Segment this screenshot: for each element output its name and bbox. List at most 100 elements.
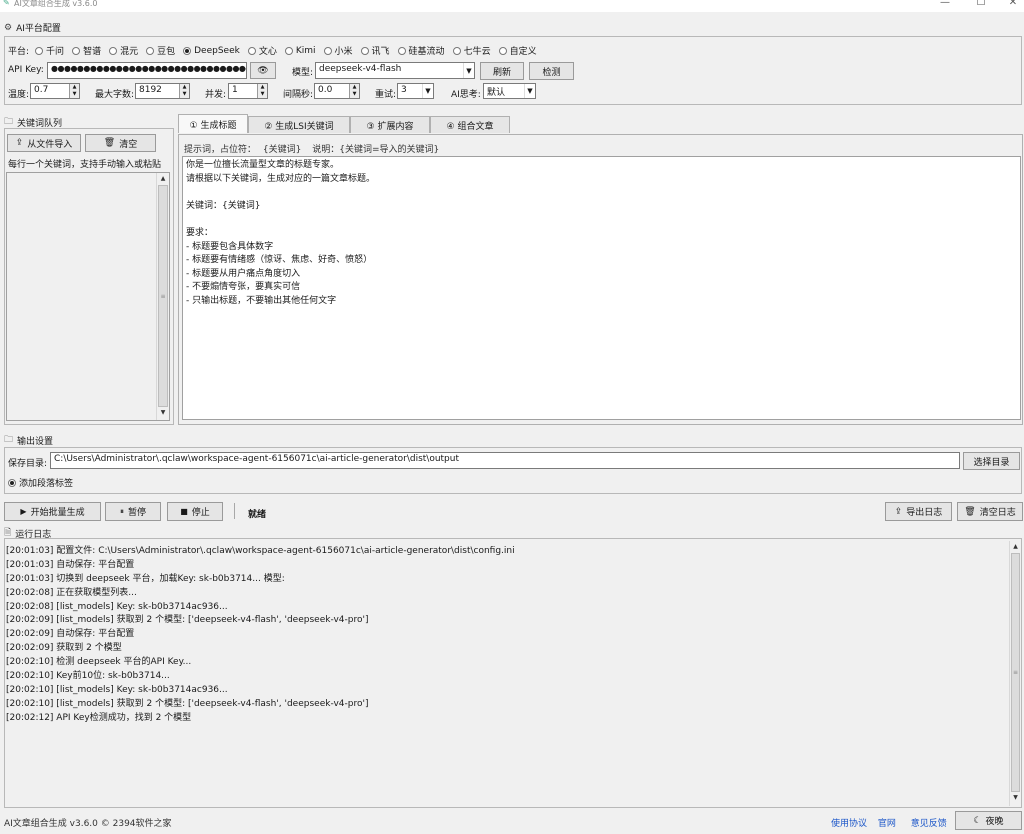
temperature-label: 温度: bbox=[8, 90, 30, 100]
platform-radio-option[interactable]: Kimi bbox=[284, 44, 316, 57]
platform-radio-option[interactable]: 混元 bbox=[109, 44, 138, 57]
platform-radio-list: 千问 智谱 混元 豆包 DeepSeek 文心 Kimi 小米 讯飞 硅基流动 七牛云 自定义 bbox=[35, 44, 545, 57]
platform-radio-option[interactable]: 千问 bbox=[35, 44, 64, 57]
tab-expand-content[interactable]: ③ 扩展内容 bbox=[350, 116, 430, 133]
stop-icon: ■ bbox=[180, 507, 188, 516]
output-settings-title: 输出设置 bbox=[17, 436, 54, 447]
refresh-models-button[interactable]: 刷新 bbox=[480, 62, 524, 80]
keyword-textarea[interactable]: ▲ ≡ ▼ bbox=[6, 172, 170, 421]
interval-label: 间隔秒: bbox=[283, 90, 314, 100]
platform-radio-label: 七牛云 bbox=[463, 47, 491, 57]
gear-icon: ⚙ bbox=[4, 22, 13, 33]
feedback-link[interactable]: 意见反馈 bbox=[911, 819, 947, 829]
api-key-field[interactable]: ●●●●●●●●●●●●●●●●●●●●●●●●●●●●●●●●●●● bbox=[47, 62, 247, 79]
moon-icon: ☾ bbox=[973, 815, 982, 826]
platform-radio-option[interactable]: 自定义 bbox=[498, 44, 537, 57]
spin-arrows-icon[interactable]: ▲ ▼ bbox=[69, 84, 79, 98]
concurrency-value: 1 bbox=[232, 85, 238, 95]
radio-dot bbox=[109, 46, 118, 55]
start-batch-button[interactable]: ▶ 开始批量生成 bbox=[4, 502, 101, 521]
website-link[interactable]: 官网 bbox=[878, 819, 896, 829]
save-dir-field[interactable]: C:\Users\Administrator\.qclaw\workspace-… bbox=[50, 452, 960, 469]
pause-button[interactable]: ⏸ 暂停 bbox=[105, 502, 161, 521]
interval-spinbox[interactable]: 0.0 ▲ ▼ bbox=[314, 83, 360, 99]
platform-radio-option[interactable]: 七牛云 bbox=[452, 44, 491, 57]
radio-dot bbox=[72, 46, 81, 55]
ai-think-select[interactable]: 默认 ▼ bbox=[483, 83, 536, 99]
scroll-down-icon[interactable]: ▼ bbox=[1010, 792, 1021, 804]
log-line: [20:02:08] [list_models] Key: sk-b0b3714… bbox=[6, 601, 228, 612]
platform-radio-label: 混元 bbox=[120, 47, 139, 57]
temperature-value: 0.7 bbox=[34, 85, 49, 95]
toggle-key-visibility-button[interactable]: 👁 bbox=[250, 62, 276, 79]
platform-radio-label: 智谱 bbox=[83, 47, 102, 57]
scroll-thumb[interactable]: ≡ bbox=[158, 185, 168, 407]
prompt-line: 你是一位擅长流量型文章的标题专家。 bbox=[186, 160, 340, 170]
chevron-down-icon: ▼ bbox=[524, 84, 535, 98]
maximize-button[interactable]: ☐ bbox=[972, 0, 990, 8]
retry-label: 重试: bbox=[375, 90, 397, 100]
run-log-textarea[interactable]: [20:01:03] 配置文件: C:\Users\Administrator\… bbox=[6, 545, 1006, 805]
export-log-button[interactable]: ⇪ 导出日志 bbox=[885, 502, 952, 521]
log-line: [20:01:03] 自动保存: 平台配置 bbox=[6, 559, 135, 570]
max-chars-spinbox[interactable]: 8192 ▲ ▼ bbox=[135, 83, 190, 99]
prompt-line: - 不要煽情夸张，要真实可信 bbox=[186, 282, 301, 293]
platform-radio-option[interactable]: 讯飞 bbox=[360, 44, 390, 57]
temperature-spinbox[interactable]: 0.7 ▲ ▼ bbox=[30, 83, 80, 99]
choose-dir-button[interactable]: 选择目录 bbox=[963, 452, 1020, 470]
night-mode-button[interactable]: ☾ 夜晚 bbox=[955, 811, 1022, 830]
log-line: [20:02:08] 正在获取模型列表... bbox=[6, 587, 137, 598]
platform-radio-label: 讯飞 bbox=[371, 47, 390, 57]
platform-radio-option[interactable]: 文心 bbox=[247, 44, 277, 57]
model-select[interactable]: deepseek-v4-flash ▼ bbox=[315, 62, 475, 79]
platform-radio-label: DeepSeek bbox=[194, 45, 240, 56]
platform-radio-option[interactable]: 硅基流动 bbox=[397, 44, 445, 57]
minimize-button[interactable]: — bbox=[936, 0, 954, 8]
platform-radio-label: 千问 bbox=[46, 47, 65, 57]
spin-arrows-icon[interactable]: ▲ ▼ bbox=[257, 84, 267, 98]
prompt-textarea[interactable]: 你是一位擅长流量型文章的标题专家。请根据以下关键词，生成对应的一篇文章标题。 关键… bbox=[182, 156, 1021, 420]
scroll-up-icon[interactable]: ▲ bbox=[157, 173, 169, 185]
output-settings-header: 🗀 输出设置 bbox=[4, 432, 53, 448]
keyword-scrollbar[interactable]: ▲ ≡ ▼ bbox=[156, 173, 169, 420]
stop-button[interactable]: ■ 停止 bbox=[167, 502, 223, 521]
platform-radio-option[interactable]: 豆包 bbox=[146, 44, 175, 57]
prompt-line: 关键词：{关键词} bbox=[186, 200, 261, 211]
spin-arrows-icon[interactable]: ▲ ▼ bbox=[179, 84, 189, 98]
max-chars-label: 最大字数: bbox=[95, 90, 135, 100]
log-scrollbar[interactable]: ▲ ≡ ▼ bbox=[1009, 541, 1021, 806]
prompt-line bbox=[186, 213, 1017, 227]
close-button[interactable]: ✕ bbox=[1004, 0, 1022, 8]
log-line: [20:01:03] 配置文件: C:\Users\Administrator\… bbox=[6, 546, 515, 556]
prompt-line bbox=[186, 186, 1017, 200]
scroll-up-icon[interactable]: ▲ bbox=[1010, 541, 1021, 553]
tab-combine-article[interactable]: ④ 组合文章 bbox=[430, 116, 510, 133]
tab-generate-title[interactable]: ① 生成标题 bbox=[178, 114, 248, 133]
platform-radio-option[interactable]: DeepSeek bbox=[183, 44, 240, 57]
import-from-file-button[interactable]: ⇪ 从文件导入 bbox=[7, 134, 81, 152]
clear-keywords-button[interactable]: 🗑 清空 bbox=[85, 134, 156, 152]
radio-dot bbox=[323, 46, 332, 55]
check-key-button[interactable]: 检测 bbox=[529, 62, 574, 80]
prompt-hint-label: 提示词，占位符： bbox=[184, 145, 257, 155]
prompt-line: 要求： bbox=[186, 227, 214, 238]
prompt-line: 请根据以下关键词，生成对应的一篇文章标题。 bbox=[186, 173, 376, 184]
upload-icon: ⇪ bbox=[15, 138, 24, 148]
retry-select[interactable]: 3 ▼ bbox=[397, 83, 434, 99]
platform-radio-label: Kimi bbox=[295, 45, 316, 56]
concurrency-spinbox[interactable]: 1 ▲ ▼ bbox=[228, 83, 268, 99]
spin-arrows-icon[interactable]: ▲ ▼ bbox=[349, 84, 359, 98]
platform-radio-option[interactable]: 智谱 bbox=[72, 44, 101, 57]
terms-link[interactable]: 使用协议 bbox=[831, 819, 867, 829]
tab-generate-lsi[interactable]: ② 生成LSI关键词 bbox=[248, 116, 350, 133]
log-line: [20:02:10] 检测 deepseek 平台的API Key... bbox=[6, 657, 192, 668]
add-paragraph-tag-option[interactable]: 添加段落标签 bbox=[8, 476, 73, 489]
play-icon: ▶ bbox=[20, 507, 27, 516]
radio-dot bbox=[146, 46, 155, 55]
radio-dot bbox=[35, 46, 44, 55]
scroll-thumb[interactable]: ≡ bbox=[1011, 553, 1020, 792]
scroll-down-icon[interactable]: ▼ bbox=[157, 407, 169, 419]
clear-log-button[interactable]: 🗑 清空日志 bbox=[957, 502, 1023, 521]
night-mode-label: 夜晚 bbox=[985, 817, 1004, 827]
platform-radio-option[interactable]: 小米 bbox=[323, 44, 353, 57]
